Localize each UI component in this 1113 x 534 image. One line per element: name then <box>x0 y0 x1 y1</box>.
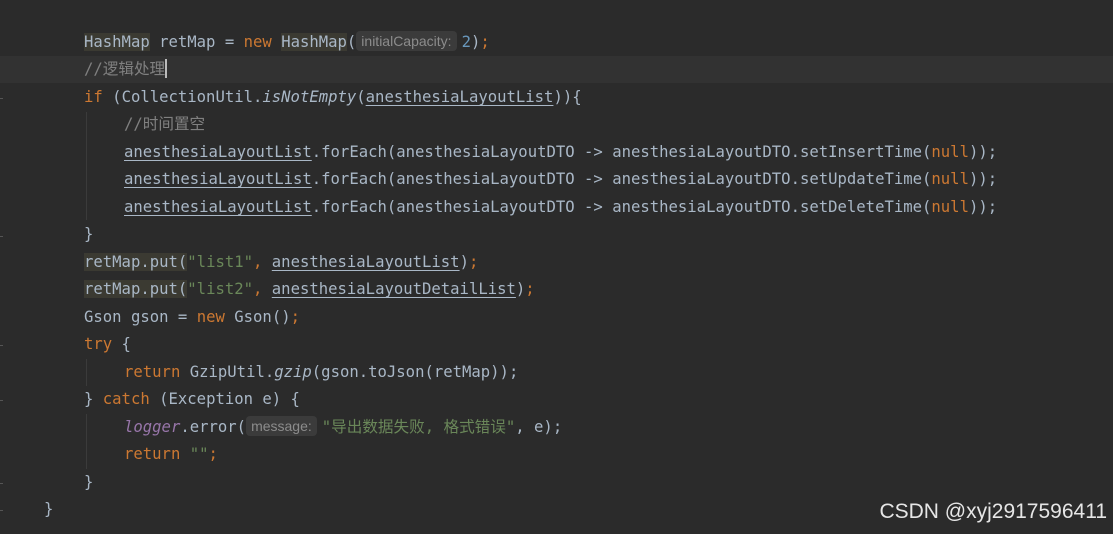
parameter-hint: message: <box>246 416 317 436</box>
code-line[interactable]: } catch (Exception e) { <box>0 386 1113 413</box>
text-caret <box>165 59 168 78</box>
comment: //逻辑处理 <box>84 60 166 78</box>
parameter-hint: initialCapacity: <box>356 31 457 51</box>
code-line[interactable]: if (CollectionUtil.isNotEmpty(anesthesia… <box>0 84 1113 111</box>
code-editor[interactable]: HashMap retMap = new HashMap(initialCapa… <box>0 0 1113 534</box>
type-token: HashMap <box>84 33 150 51</box>
code-line[interactable]: retMap.put("list2", anesthesiaLayoutDeta… <box>0 276 1113 303</box>
code-line[interactable]: HashMap retMap = new HashMap(initialCapa… <box>0 29 1113 56</box>
watermark: CSDN @xyj2917596411 <box>879 500 1107 523</box>
current-code-line[interactable]: //逻辑处理 <box>0 56 1113 83</box>
code-line[interactable]: //时间置空 <box>0 111 1113 138</box>
code-line[interactable]: retMap.put("list1", anesthesiaLayoutList… <box>0 249 1113 276</box>
comment: //时间置空 <box>124 115 206 133</box>
code-line[interactable]: return GzipUtil.gzip(gson.toJson(retMap)… <box>0 359 1113 386</box>
code-line[interactable]: logger.error(message: "导出数据失败, 格式错误", e); <box>0 414 1113 441</box>
code-line[interactable]: anesthesiaLayoutList.forEach(anesthesiaL… <box>0 166 1113 193</box>
code-line[interactable]: try { <box>0 331 1113 358</box>
code-line[interactable]: anesthesiaLayoutList.forEach(anesthesiaL… <box>0 194 1113 221</box>
code-line[interactable]: } <box>0 469 1113 496</box>
code-line[interactable]: } <box>0 221 1113 248</box>
code-line[interactable]: anesthesiaLayoutList.forEach(anesthesiaL… <box>0 139 1113 166</box>
code-line[interactable]: Gson gson = new Gson(); <box>0 304 1113 331</box>
code-line[interactable]: return ""; <box>0 441 1113 468</box>
